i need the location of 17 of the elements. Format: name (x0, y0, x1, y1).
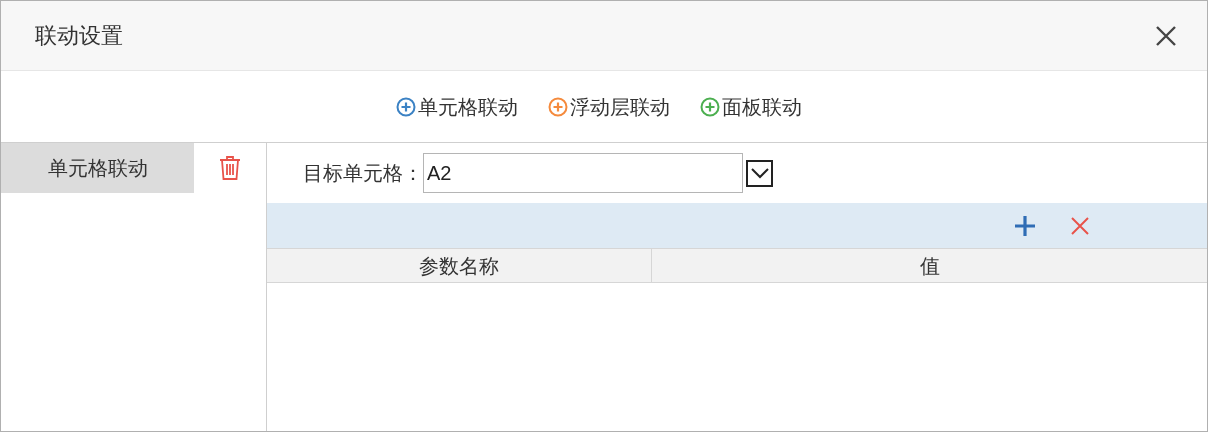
target-cell-field[interactable]: A2 (423, 153, 743, 193)
add-icon (396, 96, 416, 117)
delete-icon[interactable] (1069, 214, 1091, 237)
field-label: 目标单元格： (303, 161, 423, 186)
window-title: 联动设置 (35, 22, 123, 50)
link-list-item[interactable]: 单元格联动 (1, 143, 194, 193)
add-icon (548, 96, 568, 117)
column-header: 参数名称 (267, 249, 652, 282)
column-header: 值 (918, 253, 941, 279)
chevron-down-icon (750, 167, 769, 179)
add-link-button[interactable]: 面板联动 (700, 91, 802, 122)
add-icon (700, 96, 720, 117)
add-icon[interactable] (1013, 213, 1037, 238)
add-link-button[interactable]: 单元格联动 (396, 91, 518, 122)
dropdown-button[interactable] (746, 159, 773, 187)
delete-icon[interactable] (218, 154, 242, 182)
add-link-button[interactable]: 浮动层联动 (548, 91, 670, 122)
